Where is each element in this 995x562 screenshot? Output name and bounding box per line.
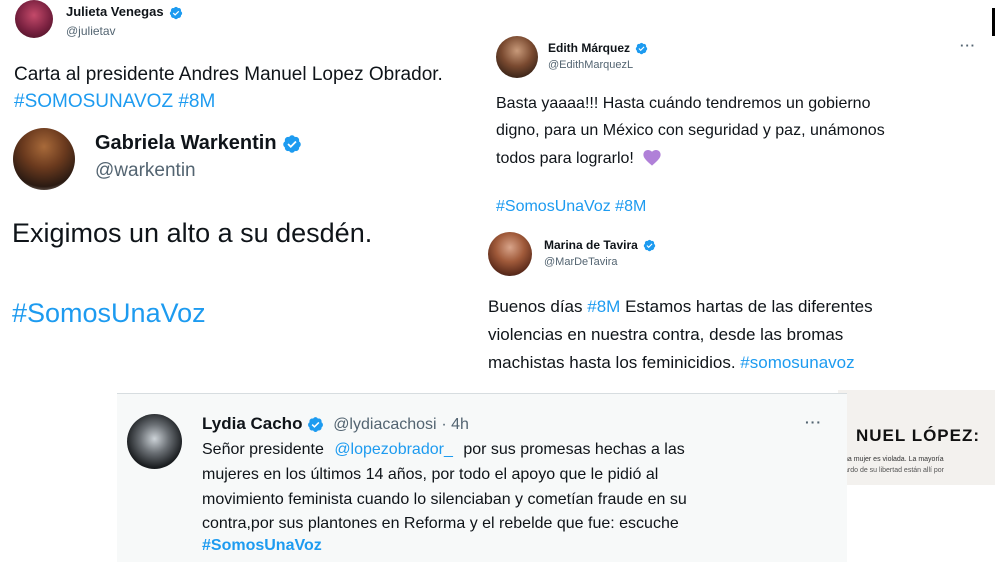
tweet-text: Señor presidente <box>202 441 324 458</box>
author-handle[interactable]: @EdithMarquezL <box>548 59 633 71</box>
avatar[interactable] <box>127 414 182 469</box>
more-options-icon[interactable]: ··· <box>960 38 976 53</box>
article-text: na mujer es violada. La mayoría <box>844 456 944 463</box>
quoted-author-handle[interactable]: @warkentin <box>95 160 196 182</box>
verified-badge-icon <box>169 6 182 19</box>
tweet-text: Carta al presidente Andres Manuel Lopez … <box>14 64 443 85</box>
hashtags-link[interactable]: #SomosUnaVoz #8M <box>496 198 646 216</box>
avatar[interactable] <box>15 0 53 38</box>
tweet-julieta-venegas[interactable]: Julieta Venegas @julietav Carta al presi… <box>0 0 488 395</box>
verified-badge-icon <box>643 240 656 252</box>
timestamp[interactable]: · 4h <box>441 416 469 433</box>
hashtag-link[interactable]: #somosunavoz <box>740 353 854 372</box>
avatar[interactable] <box>496 36 538 78</box>
quoted-tweet-text: Exigimos un alto a su desdén. <box>12 218 373 248</box>
quoted-avatar[interactable] <box>13 128 75 190</box>
tweet-text: Estamos hartas de las diferentes <box>625 297 873 316</box>
author-name[interactable]: Julieta Venegas <box>66 4 164 19</box>
author-name[interactable]: Lydia Cacho <box>202 414 302 433</box>
tweet-marina-de-tavira[interactable]: Marina de Tavira @MarDeTavira Buenos día… <box>482 222 995 392</box>
hashtags-link[interactable]: #SOMOSUNAVOZ #8M <box>14 91 215 113</box>
avatar[interactable] <box>488 232 532 276</box>
tweet-text-line: digno, para un México con seguridad y pa… <box>496 122 885 139</box>
author-name[interactable]: Edith Márquez <box>548 41 630 55</box>
more-options-icon[interactable]: ··· <box>805 414 822 430</box>
author-name[interactable]: Marina de Tavira <box>544 238 638 252</box>
tweet-text: machistas hasta los feminicidios. <box>488 353 736 372</box>
tweet-text: movimiento feminista cuando lo silenciab… <box>202 491 687 508</box>
tweet-lydia-cacho[interactable]: Lydia Cacho @lydiacachosi · 4h ··· Señor… <box>117 393 847 562</box>
mention-link[interactable]: @lopezobrador_ <box>334 441 453 458</box>
article-headline: NUEL LÓPEZ: <box>856 426 981 445</box>
article-snippet: NUEL LÓPEZ: na mujer es violada. La mayo… <box>838 390 995 485</box>
author-handle[interactable]: @lydiacachosi <box>333 416 436 433</box>
tweet-text: contra,por sus plantones en Reforma y el… <box>202 515 679 532</box>
author-handle[interactable]: @MarDeTavira <box>544 256 618 268</box>
purple-heart-icon <box>643 150 661 166</box>
verified-badge-icon <box>282 134 301 153</box>
author-handle[interactable]: @julietav <box>66 24 116 38</box>
article-text: ardo de su libertad están allí por <box>844 467 945 474</box>
tweet-text: por sus promesas hechas a las <box>463 441 685 458</box>
tweet-text-line: todos para lograrlo! <box>496 150 634 167</box>
verified-badge-icon <box>635 43 648 55</box>
tweet-text: mujeres en los últimos 14 años, por todo… <box>202 466 659 483</box>
tweet-text-line: Basta yaaaa!!! Hasta cuándo tendremos un… <box>496 95 871 112</box>
hashtag-link[interactable]: #SomosUnaVoz <box>202 537 322 555</box>
tweet-text: violencias en nuestra contra, desde las … <box>488 325 844 344</box>
tweet-edith-marquez[interactable]: Edith Márquez @EdithMarquezL ··· Basta y… <box>482 22 995 222</box>
tweet-text: Buenos días <box>488 297 583 316</box>
quoted-hashtag-link[interactable]: #SomosUnaVoz <box>12 298 206 329</box>
quoted-author-name[interactable]: Gabriela Warkentin <box>95 132 277 154</box>
hashtag-link[interactable]: #8M <box>587 297 620 316</box>
verified-badge-icon <box>308 417 324 432</box>
